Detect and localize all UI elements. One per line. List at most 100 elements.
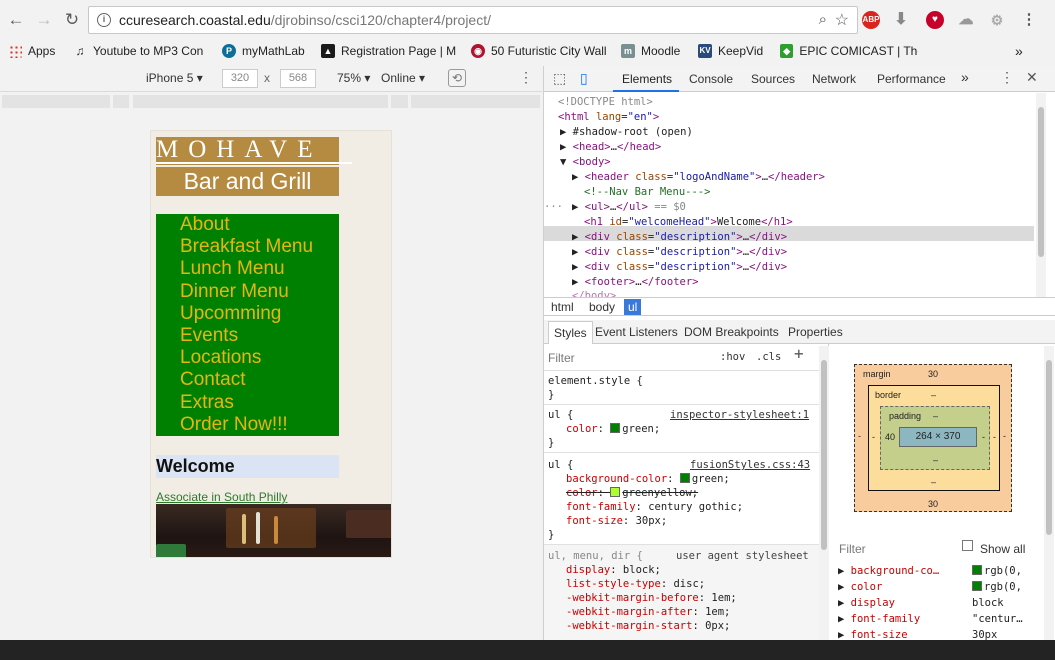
bookmark-futuristic-city[interactable]: ◉ 50 Futuristic City Wall — [471, 42, 607, 60]
ruler-segment[interactable] — [113, 95, 129, 108]
color-swatch[interactable] — [679, 473, 690, 483]
scroll-thumb[interactable] — [821, 360, 827, 550]
nav-item-lunch[interactable]: Lunch Menu — [180, 258, 339, 280]
device-mode-icon[interactable]: ▯ — [580, 70, 588, 87]
associate-link[interactable]: Associate in South Philly — [156, 490, 287, 504]
address-bar[interactable]: i ccuresearch.coastal.edu/djrobinso/csci… — [88, 6, 858, 34]
dom-header-node[interactable]: ▶ <header class="logoAndName">…</header> — [572, 170, 825, 185]
color-swatch[interactable] — [610, 423, 621, 433]
rule-selector[interactable]: ul { — [548, 458, 573, 472]
color-swatch[interactable] — [610, 487, 621, 497]
rotate-icon[interactable]: ⟲ — [448, 69, 466, 87]
nav-item-breakfast[interactable]: Breakfast Menu — [180, 236, 339, 258]
info-icon[interactable]: i — [97, 13, 111, 27]
dom-div-node[interactable]: ▶ <div class="description">…</div> — [572, 230, 787, 245]
settings-extension-icon[interactable]: ⚙ — [988, 11, 1006, 29]
box-margin[interactable]: margin 30 30 - - border – – - - padding … — [854, 364, 1012, 512]
dom-html-node[interactable]: <html lang="en"> — [558, 110, 659, 125]
dom-body-node[interactable]: ▼ <body> — [560, 155, 611, 170]
bookmarks-overflow-icon[interactable]: » — [1015, 42, 1023, 60]
back-arrow-icon[interactable]: ← — [6, 10, 26, 30]
ruler-segment[interactable] — [133, 95, 388, 108]
device-width-input[interactable]: 320 — [222, 69, 258, 88]
scroll-thumb[interactable] — [1046, 360, 1052, 535]
bookmark-epic-comicast[interactable]: ◆ EPIC COMICAST | The — [780, 42, 918, 60]
dom-div-node[interactable]: ▶ <div class="description">…</div> — [572, 260, 787, 275]
dom-shadow-root[interactable]: ▶ #shadow-root (open) — [560, 125, 693, 140]
show-all-checkbox[interactable] — [962, 540, 973, 551]
computed-filter-input[interactable]: Filter — [839, 542, 866, 556]
download-extension-icon[interactable]: ⬇ — [892, 11, 910, 29]
hov-toggle[interactable]: :hov — [720, 350, 745, 364]
bookmark-mymathlab[interactable]: P myMathLab — [222, 42, 305, 60]
zoom-magnifier-icon[interactable]: ⌕ — [819, 11, 827, 28]
rule-selector[interactable]: ul, menu, dir { — [548, 549, 643, 563]
dom-footer-node[interactable]: ▶ <footer>…</footer> — [572, 275, 699, 290]
forward-arrow-icon[interactable]: → — [34, 10, 54, 30]
network-throttle-select[interactable]: Online ▾ — [381, 71, 425, 85]
rule-selector[interactable]: ul { — [548, 408, 573, 422]
padding-top-value[interactable]: – — [933, 411, 938, 421]
nav-item-upcomming[interactable]: Upcomming — [180, 303, 339, 325]
rule-property[interactable]: -webkit-margin-after: 1em; — [566, 605, 730, 619]
border-right-value[interactable]: - — [993, 432, 996, 442]
close-devtools-icon[interactable]: ✕ — [1026, 69, 1038, 86]
box-content-size[interactable]: 264 × 370 — [899, 427, 977, 447]
bookmark-keepvid[interactable]: KV KeepVid — [698, 42, 763, 60]
nav-item-locations[interactable]: Locations — [180, 347, 339, 369]
device-more-icon[interactable]: ⋮ — [519, 69, 533, 86]
tab-network[interactable]: Network — [812, 72, 856, 86]
adblock-plus-icon[interactable]: ABP — [862, 11, 880, 29]
tab-performance[interactable]: Performance — [877, 72, 946, 86]
cloud-extension-icon[interactable]: ☁ — [957, 11, 975, 29]
computed-row[interactable]: ▶ font-family — [838, 612, 920, 626]
tab-console[interactable]: Console — [689, 72, 733, 86]
nav-item-dinner[interactable]: Dinner Menu — [180, 281, 339, 303]
ruler-segment[interactable] — [411, 95, 540, 108]
rule-property[interactable]: background-color: green; — [566, 472, 730, 486]
chrome-menu-icon[interactable]: ⋮ — [1020, 11, 1038, 29]
iheart-icon[interactable]: ♥ — [926, 11, 944, 29]
zoom-select[interactable]: 75% ▾ — [337, 71, 370, 85]
new-rule-plus-icon[interactable]: + — [794, 346, 804, 362]
rule-property[interactable]: font-family: century gothic; — [566, 500, 743, 514]
tab-elements[interactable]: Elements — [622, 72, 672, 86]
nav-item-order[interactable]: Order Now!!! — [180, 414, 339, 436]
tab-dom-breakpoints[interactable]: DOM Breakpoints — [684, 325, 779, 339]
tab-styles[interactable]: Styles — [548, 321, 593, 344]
border-top-value[interactable]: – — [931, 390, 936, 400]
crumb-html[interactable]: html — [547, 299, 578, 315]
margin-right-value[interactable]: - — [1003, 431, 1006, 441]
ruler-segment[interactable] — [2, 95, 110, 108]
dom-h1-node[interactable]: <h1 id="welcomeHead">Welcome</h1> — [584, 215, 793, 230]
rule-source-link[interactable]: inspector-stylesheet:1 — [670, 408, 809, 422]
bookmark-star-icon[interactable]: ☆ — [835, 10, 849, 30]
computed-row[interactable]: ▶ display — [838, 596, 895, 610]
dom-comment[interactable]: <!--Nav Bar Menu---> — [584, 185, 710, 200]
border-bottom-value[interactable]: – — [931, 477, 936, 487]
bookmark-moodle[interactable]: m Moodle — [621, 42, 680, 60]
margin-left-value[interactable]: - — [858, 431, 861, 441]
crumb-body[interactable]: body — [585, 299, 619, 315]
bookmark-registration[interactable]: ▲ Registration Page | M — [321, 42, 458, 60]
tab-event-listeners[interactable]: Event Listeners — [595, 325, 678, 339]
crumb-ul[interactable]: ul — [624, 299, 642, 315]
rule-property[interactable]: -webkit-margin-start: 0px; — [566, 619, 730, 633]
inspect-element-icon[interactable]: ⬚ — [553, 70, 566, 87]
tab-properties[interactable]: Properties — [788, 325, 843, 339]
styles-filter-input[interactable]: Filter — [548, 351, 575, 365]
padding-right-value[interactable]: - — [982, 432, 985, 442]
rule-property[interactable]: list-style-type: disc; — [566, 577, 705, 591]
dom-scrollbar[interactable] — [1036, 93, 1046, 297]
border-left-value[interactable]: - — [872, 432, 875, 442]
url-text[interactable]: ccuresearch.coastal.edu/djrobinso/csci12… — [119, 12, 491, 28]
more-tabs-icon[interactable]: » — [961, 69, 969, 85]
scroll-thumb[interactable] — [1038, 107, 1044, 257]
padding-bottom-value[interactable]: – — [933, 455, 938, 465]
rule-property[interactable]: -webkit-margin-before: 1em; — [566, 591, 737, 605]
reload-icon[interactable]: ↻ — [62, 10, 82, 30]
nav-item-contact[interactable]: Contact — [180, 369, 339, 391]
styles-scrollbar[interactable] — [819, 346, 829, 640]
nav-item-events[interactable]: Events — [180, 325, 339, 347]
dom-ul-node[interactable]: ▶ <ul>…</ul> == $0 — [572, 200, 686, 215]
